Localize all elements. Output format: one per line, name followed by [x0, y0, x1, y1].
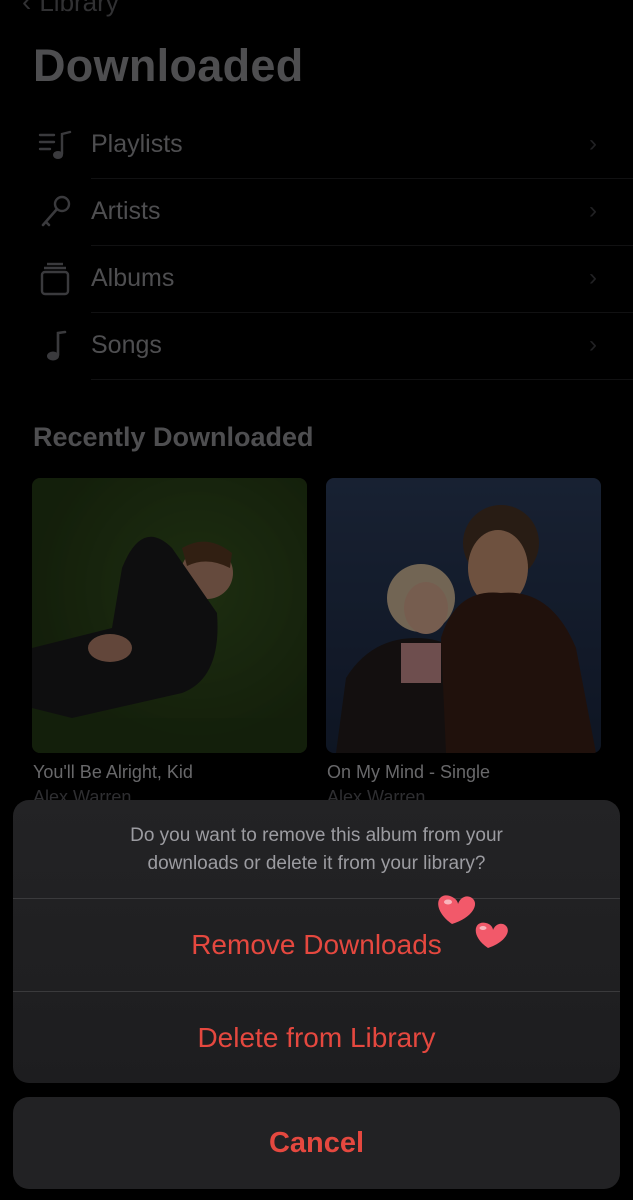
heart-sticker-icon	[430, 888, 520, 958]
cancel-button[interactable]: Cancel	[13, 1097, 620, 1189]
action-sheet: Do you want to remove this album from yo…	[13, 800, 620, 1083]
action-sheet-message: Do you want to remove this album from yo…	[130, 825, 503, 874]
remove-downloads-button[interactable]: Remove Downloads	[13, 899, 620, 991]
delete-from-library-button[interactable]: Delete from Library	[13, 992, 620, 1083]
